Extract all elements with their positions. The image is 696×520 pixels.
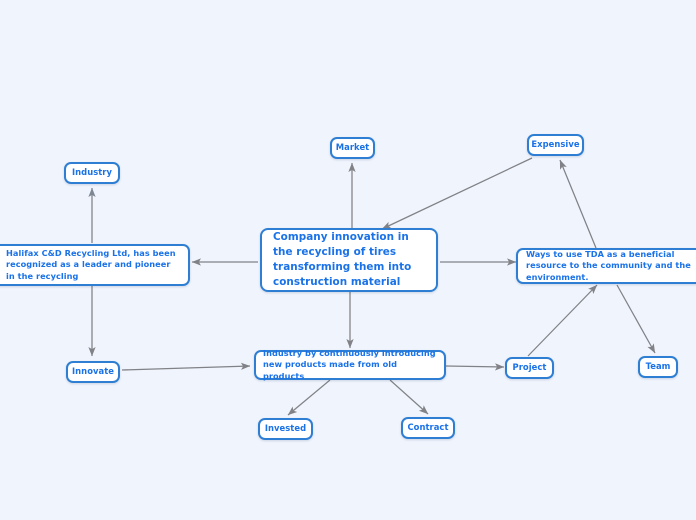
node-innovate-label: Innovate: [72, 366, 114, 377]
edge-industry-products-to-project: [445, 363, 505, 371]
edge-expensive-to-central: [381, 157, 533, 230]
node-market-label: Market: [335, 142, 370, 153]
node-industry-label: Industry: [71, 167, 112, 178]
node-halifax-label: Halifax C&D Recycling Ltd, has been reco…: [6, 248, 176, 281]
node-project[interactable]: Project: [505, 357, 554, 379]
edge-industry-products-to-invested: [287, 379, 331, 416]
node-central[interactable]: Company innovation in the recycling of t…: [260, 228, 438, 292]
node-invested[interactable]: Invested: [258, 418, 313, 440]
node-central-label: Company innovation in the recycling of t…: [273, 230, 412, 289]
node-expensive[interactable]: Expensive: [527, 134, 584, 156]
node-industry[interactable]: Industry: [64, 162, 120, 184]
edge-project-to-tda: [527, 284, 598, 357]
node-halifax[interactable]: Halifax C&D Recycling Ltd, has been reco…: [0, 244, 190, 286]
node-expensive-label: Expensive: [531, 139, 580, 150]
node-contract[interactable]: Contract: [401, 417, 455, 439]
node-market[interactable]: Market: [330, 137, 375, 159]
node-invested-label: Invested: [264, 423, 307, 434]
node-tda[interactable]: Ways to use TDA as a beneficial resource…: [516, 248, 696, 284]
mindmap-canvas[interactable]: Company innovation in the recycling of t…: [0, 0, 696, 520]
edge-innovate-to-industry-products: [121, 362, 251, 371]
node-project-label: Project: [512, 362, 547, 373]
edge-tda-to-expensive: [559, 159, 597, 249]
node-industry-products[interactable]: Industry by continuously introducing new…: [254, 348, 446, 381]
node-team[interactable]: Team: [638, 356, 678, 378]
node-tda-label: Ways to use TDA as a beneficial resource…: [526, 249, 691, 282]
edge-tda-to-team: [616, 284, 656, 354]
node-industry-products-label: Industry by continuously introducing new…: [263, 348, 436, 381]
node-innovate[interactable]: Innovate: [66, 361, 120, 383]
edge-industry-products-to-contract: [389, 379, 429, 415]
node-team-label: Team: [645, 361, 671, 372]
node-contract-label: Contract: [407, 422, 449, 433]
